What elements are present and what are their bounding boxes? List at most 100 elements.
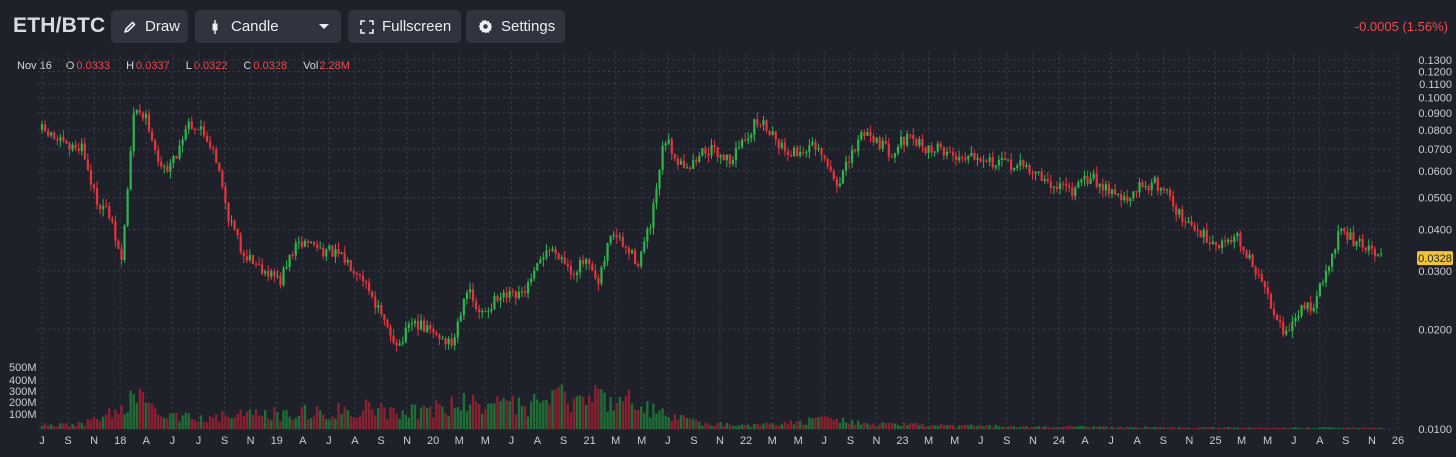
candle-body [126, 189, 129, 226]
volume-bar [1303, 427, 1306, 429]
time-tick-label: N [1185, 435, 1193, 447]
candle-body [468, 289, 472, 293]
volume-bar [814, 417, 817, 429]
price-chart[interactable]: 0.13000.12000.1100 0.1000 0.0900 0.0800 0.07… [0, 52, 1456, 457]
candle-body [1355, 241, 1358, 246]
time-tick-label: J [196, 435, 202, 447]
volume-bar [267, 418, 270, 429]
candle-body [958, 157, 961, 161]
volume-bar [279, 421, 282, 429]
candle-body [340, 252, 343, 254]
volume-bar [169, 413, 172, 429]
volume-bar [1364, 427, 1367, 429]
candle-body [215, 149, 218, 164]
volume-bar [1089, 427, 1092, 429]
candle-body [823, 155, 826, 159]
time-tick-label: J [326, 435, 332, 447]
candle-body [1227, 239, 1230, 242]
volume-bar [594, 385, 597, 429]
candle-body [667, 139, 670, 144]
candle-body [209, 141, 212, 148]
draw-button[interactable]: Draw [111, 10, 188, 43]
candle-body [190, 121, 193, 129]
candle-body [1104, 184, 1107, 191]
candle-body [53, 132, 56, 140]
volume-bar [768, 423, 771, 429]
candle-body [780, 142, 783, 149]
volume-bar [912, 423, 915, 429]
volume-bar [1196, 427, 1199, 429]
candle-body [1052, 186, 1056, 188]
fullscreen-button[interactable]: Fullscreen [348, 10, 461, 43]
volume-bar [1269, 428, 1273, 429]
chart-type-select[interactable]: Candle [195, 10, 341, 43]
volume-bar [147, 402, 151, 429]
candle-body [441, 338, 444, 340]
volume-bar [679, 414, 683, 429]
candle-body [1031, 173, 1034, 175]
candle-body [627, 247, 631, 254]
volume-bar [1217, 427, 1221, 429]
candle-body [410, 323, 414, 325]
candle-body [875, 137, 878, 143]
volume-bar [630, 403, 634, 429]
volume-bar [1343, 427, 1346, 429]
candle-body [557, 253, 560, 260]
candle-body [1162, 188, 1166, 191]
candle-body [352, 270, 355, 274]
candle-body [294, 242, 297, 256]
volume-bar [875, 426, 878, 429]
volume-bar [285, 410, 288, 429]
candle-body [536, 263, 539, 271]
candle-body [74, 144, 77, 149]
volume-bar [1123, 427, 1126, 429]
candle-body [236, 229, 239, 236]
candle-body [933, 151, 936, 153]
volume-bar [1233, 427, 1236, 429]
volume-bar [743, 425, 747, 429]
volume-bar [1187, 427, 1190, 429]
time-tick-label: S [1160, 435, 1167, 447]
volume-bar [704, 422, 707, 429]
volume-bar [1266, 427, 1270, 429]
volume-bar [823, 415, 826, 429]
candle-body [1190, 221, 1193, 226]
volume-bar [1285, 428, 1288, 429]
volume-bar [1040, 427, 1043, 429]
volume-bar [817, 417, 820, 429]
volume-bar [441, 406, 444, 429]
candle-body [77, 148, 80, 152]
volume-bar [511, 395, 514, 429]
volume-bar [688, 418, 692, 429]
settings-button[interactable]: Settings [466, 10, 565, 43]
volume-bar [783, 421, 787, 429]
time-tick-label: 26 [1392, 435, 1404, 447]
volume-bar [337, 402, 340, 429]
volume-bar [909, 423, 912, 429]
candle-body [319, 247, 322, 249]
candle-body [92, 184, 96, 189]
volume-bar [872, 423, 875, 429]
candle-body [1184, 221, 1187, 223]
candle-body [878, 137, 881, 149]
volume-bar [193, 420, 197, 429]
candle-body [799, 151, 802, 156]
candle-body [737, 147, 741, 149]
volume-bar [386, 419, 389, 429]
volume-bar [737, 425, 741, 429]
candle-body [1242, 246, 1245, 251]
volume-bar [1147, 427, 1150, 429]
volume-bar [471, 394, 475, 429]
volume-bar [1373, 427, 1377, 429]
candle-body [988, 157, 991, 162]
volume-bar [627, 389, 631, 429]
candlestick-icon [207, 19, 223, 35]
candle-body [71, 144, 74, 150]
volume-bar [765, 422, 768, 429]
time-tick-label: M [481, 435, 490, 447]
candle-body [1083, 175, 1086, 180]
candle-body [1153, 177, 1156, 183]
candle-body [1040, 171, 1043, 181]
volume-bar [499, 401, 502, 429]
volume-bar [643, 413, 646, 429]
